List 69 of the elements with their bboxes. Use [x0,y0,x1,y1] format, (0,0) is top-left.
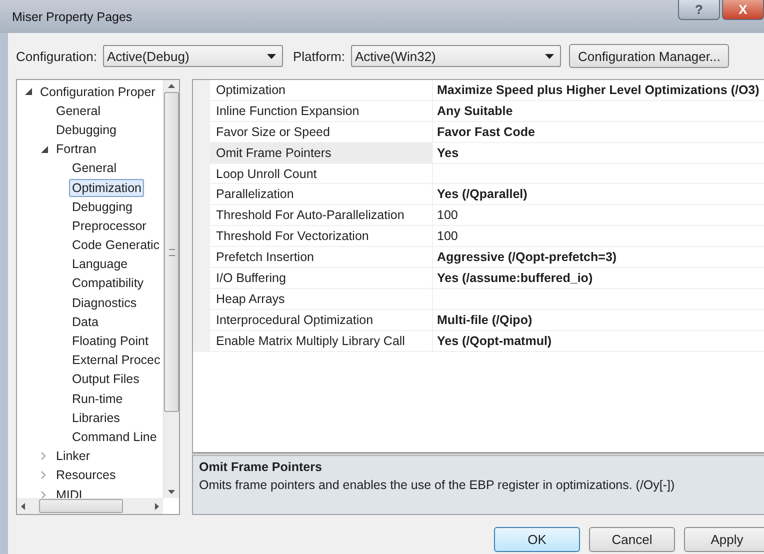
property-value[interactable]: Yes (/assume:buffered_io) [433,268,593,288]
configuration-dropdown[interactable]: Active(Debug) [102,45,283,67]
tree-item[interactable]: Run-time [69,390,126,408]
property-value[interactable]: Multi-file (/Qipo) [433,310,532,330]
caret-icon [266,54,276,58]
dialog-button[interactable]: Cancel [589,527,675,552]
property-value[interactable]: 100 [433,205,458,226]
tree-item[interactable]: External Procec [69,351,163,370]
property-name[interactable]: Parallelization [210,184,433,204]
tree-item[interactable]: Diagnostics [69,294,140,312]
tree-item[interactable]: Debugging [69,198,136,216]
tree-item[interactable]: Optimization [69,178,144,197]
property-value[interactable]: 100 [433,226,458,246]
tree-item[interactable]: Linker [53,447,94,466]
description-text: Omits frame pointers and enables the use of the EBP register in optimizations. (/Oy[-]) [199,478,676,492]
property-value[interactable]: Yes [433,142,459,163]
property-name[interactable]: I/O Buffering [210,268,433,288]
tree-item[interactable]: Floating Point [69,332,152,350]
scroll-right-arrow-icon[interactable] [155,502,159,510]
property-name[interactable]: Threshold For Auto-Parallelization [210,205,433,226]
property-name[interactable]: Threshold For Vectorization [210,226,433,246]
tree-item[interactable]: General [69,159,120,178]
dialog-button[interactable]: Apply [684,527,764,552]
property-name[interactable]: Omit Frame Pointers [210,142,433,163]
property-value[interactable]: Favor Fast Code [433,122,535,142]
scroll-thumb[interactable] [164,92,179,412]
tree-item[interactable]: Debugging [53,120,120,139]
scroll-up-arrow-icon[interactable] [168,84,175,88]
property-name[interactable]: Inline Function Expansion [210,100,433,121]
property-name[interactable]: Favor Size or Speed [210,122,433,142]
configuration-label: Configuration: [16,48,97,64]
caret-icon [544,54,554,58]
tree-item[interactable]: Code Generatic [69,236,163,254]
tree-item[interactable]: Compatibility [69,274,147,292]
horizontal-scrollbar[interactable] [17,498,163,514]
property-name[interactable]: Optimization [210,80,433,100]
property-name[interactable]: Loop Unroll Count [210,164,433,184]
window-title: Miser Property Pages [12,10,132,24]
property-name[interactable]: Interprocedural Optimization [210,310,433,330]
tree-item[interactable]: Output Files [69,370,142,388]
property-name[interactable]: Prefetch Insertion [210,247,433,268]
property-name[interactable]: Heap Arrays [210,288,433,309]
tree-item[interactable]: Preprocessor [69,216,150,235]
tree-item[interactable]: Configuration Proper [37,82,158,101]
property-value[interactable]: Aggressive (/Qopt-prefetch=3) [433,247,617,268]
platform-dropdown[interactable]: Active(Win32) [350,45,561,67]
tree-item[interactable]: Data [69,312,102,331]
property-value[interactable]: Yes (/Qopt-matmul) [433,330,552,351]
vertical-scrollbar[interactable] [163,80,179,498]
property-name[interactable]: Enable Matrix Multiply Library Call [210,330,433,351]
tree-item[interactable]: Fortran [53,140,100,158]
tree-item[interactable]: General [53,102,104,120]
scroll-down-arrow-icon[interactable] [168,490,175,494]
property-value[interactable]: Yes (/Qparallel) [433,184,528,204]
tree-item[interactable]: Language [69,255,131,274]
configuration-manager-button[interactable]: Configuration Manager... [568,44,730,68]
description-title: Omit Frame Pointers [199,460,323,474]
tree-item[interactable]: Libraries [69,408,123,427]
tree-item[interactable]: Resources [53,466,119,484]
expanded-arrow-icon[interactable] [41,146,48,153]
expanded-arrow-icon[interactable] [25,88,32,96]
scroll-left-arrow-icon[interactable] [21,502,25,510]
platform-label: Platform: [292,48,345,64]
property-value[interactable]: Any Suitable [433,100,513,121]
tree-item[interactable]: Command Line [69,428,160,446]
scroll-thumb[interactable] [39,499,123,513]
help-button[interactable]: ? [678,0,720,20]
property-value[interactable]: Maximize Speed plus Higher Level Optimizations (/O3) [433,80,760,100]
dialog-button[interactable]: OK [494,527,580,552]
